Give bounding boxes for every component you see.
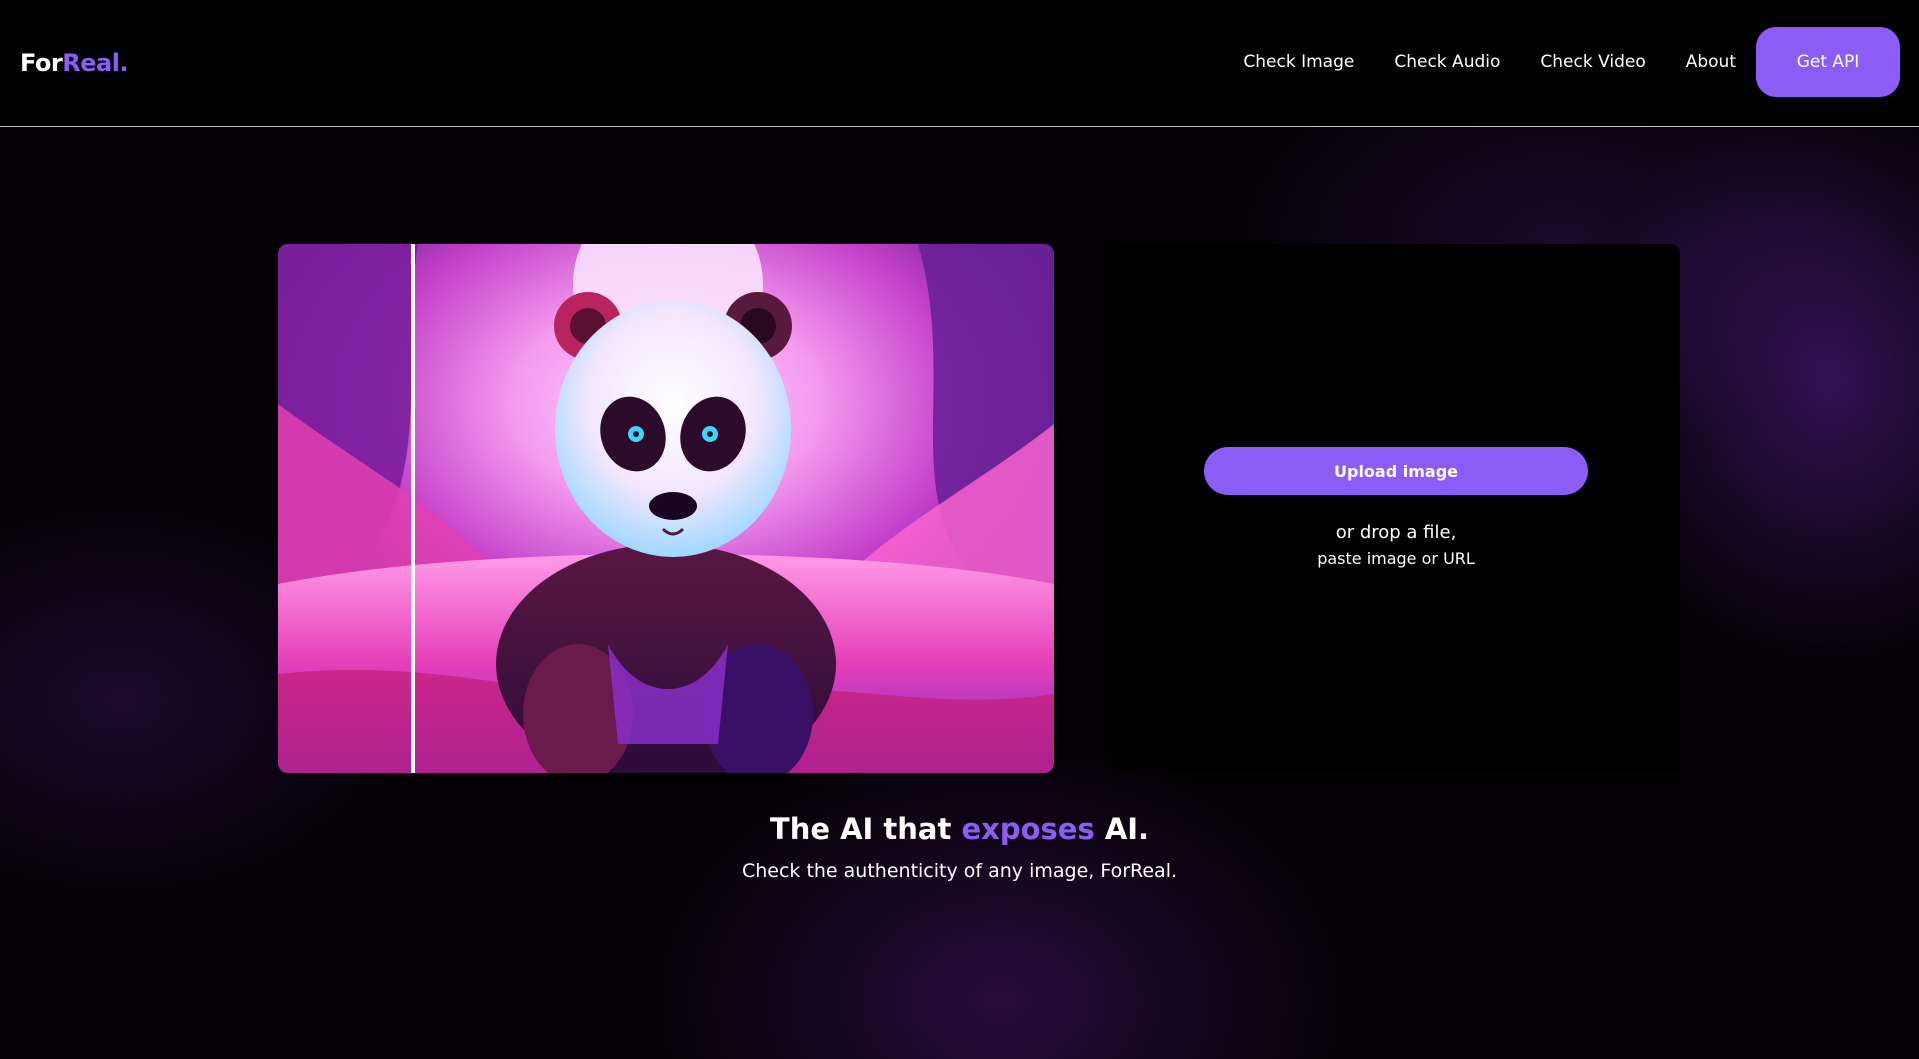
nav-check-video[interactable]: Check Video (1540, 52, 1645, 72)
nav-check-image[interactable]: Check Image (1243, 52, 1354, 72)
hero-title-accent: exposes (961, 812, 1095, 846)
logo[interactable]: ForReal. (20, 46, 129, 80)
demo-comparison-image (278, 244, 1054, 773)
logo-text-for: For (20, 49, 63, 77)
get-api-button[interactable]: Get API (1756, 27, 1900, 97)
page: ForReal. Check Image Check Audio Check V… (0, 0, 1919, 1059)
hero-subtitle: Check the authenticity of any image, For… (741, 860, 1178, 882)
main-nav: Check Image Check Audio Check Video Abou… (1243, 27, 1900, 97)
panda-illustration (278, 244, 1054, 773)
site-header: ForReal. Check Image Check Audio Check V… (0, 0, 1919, 127)
drop-hint-line2: paste image or URL (1317, 549, 1475, 568)
hero-title: The AI that exposes AI. (0, 812, 1919, 846)
hero-title-part1: The AI that (769, 812, 962, 846)
upload-panel[interactable]: Upload image or drop a file, paste image… (1112, 244, 1680, 773)
hero-title-part2: AI. (1094, 812, 1150, 846)
nav-about[interactable]: About (1686, 52, 1736, 72)
nav-check-audio[interactable]: Check Audio (1394, 52, 1500, 72)
upload-image-button[interactable]: Upload image (1204, 447, 1588, 495)
comparison-slider-handle[interactable] (411, 244, 415, 773)
drop-hint-line1: or drop a file, (1335, 522, 1457, 543)
logo-text-real: Real. (62, 49, 129, 77)
